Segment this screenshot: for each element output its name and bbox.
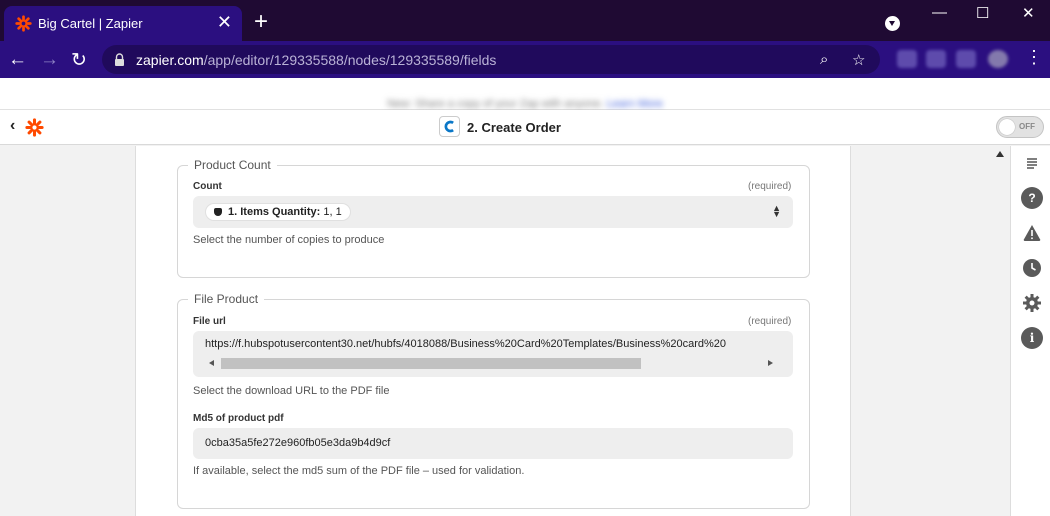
zap-on-off-toggle[interactable]: OFF <box>996 116 1044 138</box>
info-icon[interactable]: i <box>1021 327 1043 349</box>
back-arrow-icon[interactable]: ← <box>8 49 27 71</box>
zapier-favicon-icon <box>15 15 32 32</box>
right-sidebar: ? i <box>1010 146 1050 516</box>
back-chevron-icon[interactable]: ‹ <box>10 117 15 135</box>
scroll-left-arrow-icon[interactable] <box>209 360 214 366</box>
tab-close-icon[interactable]: ✕ <box>217 12 232 33</box>
banner-text: New: Share a copy of your Zap with anyon… <box>387 98 604 110</box>
zoom-icon[interactable]: ⌕ <box>820 51 828 68</box>
toggle-label: OFF <box>1019 122 1035 131</box>
big-cartel-token-icon <box>214 208 222 216</box>
profile-avatar[interactable] <box>988 50 1008 68</box>
minimize-button[interactable]: — <box>932 4 947 21</box>
browser-menu-icon[interactable]: ⋮ <box>1025 47 1043 68</box>
dropdown-stepper-icon[interactable]: ▲ ▼ <box>772 204 781 219</box>
scroll-right-arrow-icon[interactable] <box>768 360 773 366</box>
maximize-button[interactable]: ☐ <box>976 4 989 22</box>
history-clock-icon[interactable] <box>1021 257 1043 279</box>
extension-icon[interactable] <box>956 50 976 68</box>
banner-learn-more-link[interactable]: Learn More <box>607 98 663 110</box>
count-required-label: (required) <box>748 181 792 192</box>
count-help-text: Select the number of copies to produce <box>193 234 385 246</box>
file-url-label: File url <box>193 316 226 327</box>
product-count-legend: Product Count <box>194 158 271 172</box>
file-url-input[interactable]: https://f.hubspotusercontent30.net/hubfs… <box>193 331 793 377</box>
big-cartel-app-icon <box>439 116 460 137</box>
md5-value: 0cba35a5fe272e960fb05e3da9b4d9cf <box>205 437 391 449</box>
settings-gear-icon[interactable] <box>1021 292 1043 314</box>
horizontal-scrollbar[interactable] <box>209 358 773 369</box>
forward-arrow-icon[interactable]: → <box>40 49 59 71</box>
toggle-knob <box>999 119 1015 135</box>
outline-icon[interactable] <box>1021 152 1043 174</box>
file-url-value: https://f.hubspotusercontent30.net/hubfs… <box>205 338 727 350</box>
file-url-required-label: (required) <box>748 316 792 327</box>
tab-search-icon[interactable] <box>885 16 900 31</box>
scrollbar-thumb[interactable] <box>221 358 641 369</box>
extension-icon[interactable] <box>897 50 917 68</box>
announcement-banner: New: Share a copy of your Zap with anyon… <box>0 78 1050 110</box>
step-form-panel: Product Count Count (required) 1. Items … <box>135 146 851 516</box>
count-label: Count <box>193 181 222 192</box>
reload-icon[interactable]: ↻ <box>71 49 87 72</box>
browser-tab[interactable]: Big Cartel | Zapier ✕ <box>4 6 242 41</box>
warning-icon[interactable] <box>1021 222 1043 244</box>
scroll-up-arrow-icon[interactable] <box>996 151 1004 157</box>
step-title: 2. Create Order <box>467 120 561 135</box>
close-window-button[interactable]: ✕ <box>1022 4 1035 22</box>
count-dropdown[interactable]: 1. Items Quantity: 1, 1 ▲ ▼ <box>193 196 793 228</box>
md5-label: Md5 of product pdf <box>193 413 284 424</box>
browser-tab-strip: Big Cartel | Zapier ✕ + — ☐ ✕ <box>0 0 1050 41</box>
browser-toolbar: ← → ↻ zapier.com/app/editor/129335588/no… <box>0 41 1050 78</box>
md5-input[interactable]: 0cba35a5fe272e960fb05e3da9b4d9cf <box>193 428 793 459</box>
tab-title: Big Cartel | Zapier <box>38 16 143 31</box>
help-icon[interactable]: ? <box>1021 187 1043 209</box>
zapier-logo-icon[interactable] <box>25 118 44 137</box>
bookmark-star-icon[interactable]: ☆ <box>852 51 865 69</box>
file-url-help-text: Select the download URL to the PDF file <box>193 385 390 397</box>
lock-icon <box>115 53 124 66</box>
url-text: zapier.com/app/editor/129335588/nodes/12… <box>136 52 497 68</box>
items-quantity-token[interactable]: 1. Items Quantity: 1, 1 <box>205 203 351 221</box>
md5-help-text: If available, select the md5 sum of the … <box>193 465 525 477</box>
file-product-legend: File Product <box>194 292 259 306</box>
extension-icon[interactable] <box>926 50 946 68</box>
new-tab-button[interactable]: + <box>254 8 268 36</box>
editor-header: ‹ 2. Create Order OFF <box>0 110 1050 145</box>
address-bar[interactable]: zapier.com/app/editor/129335588/nodes/12… <box>102 45 880 74</box>
